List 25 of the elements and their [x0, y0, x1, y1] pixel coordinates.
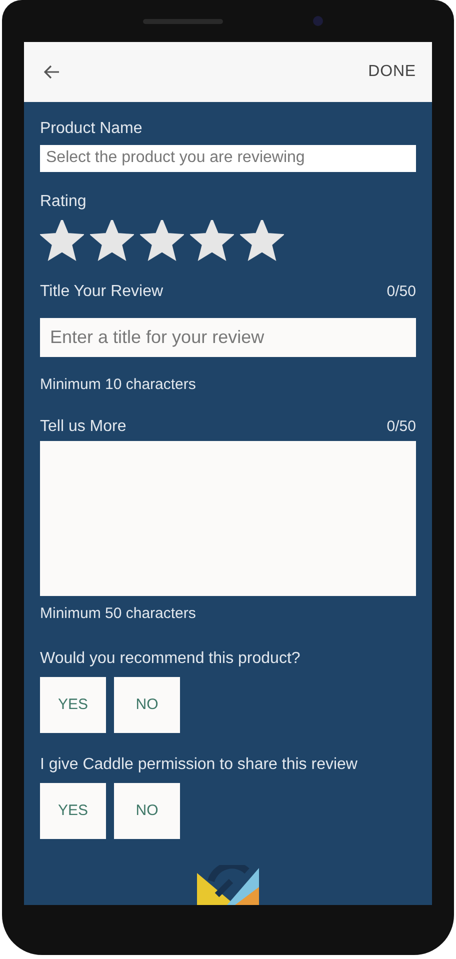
star-icon[interactable] [190, 220, 234, 262]
done-button[interactable]: DONE [368, 60, 416, 84]
star-icon[interactable] [240, 220, 284, 262]
star-icon[interactable] [40, 220, 84, 262]
field-label: Tell us More [40, 416, 126, 437]
hint-text: Minimum 50 characters [40, 604, 196, 623]
star-icon[interactable] [140, 220, 184, 262]
question-label: Would you recommend this product? [40, 648, 300, 669]
choice-button[interactable]: YES [40, 782, 106, 839]
back-arrow-icon [44, 65, 60, 79]
star-icon[interactable] [90, 220, 134, 262]
choice-button[interactable]: YES [40, 676, 106, 733]
field-label: Title Your Review [40, 282, 164, 302]
hint-text: Minimum 10 characters [40, 376, 196, 394]
question-label: I give Caddle permission to share this review [40, 754, 358, 775]
camera-icon [313, 16, 323, 26]
character-counter: 0/50 [386, 416, 416, 437]
choice-button[interactable]: NO [114, 676, 180, 733]
title-field[interactable]: Enter a title for your review [40, 318, 416, 357]
choice-button[interactable]: NO [114, 782, 180, 839]
field-label: Rating [40, 192, 86, 212]
product-field[interactable]: Select the product you are reviewing [40, 145, 416, 172]
logo-icon [197, 864, 259, 905]
character-counter: 0/50 [386, 282, 416, 302]
field-label: Product Name [40, 119, 142, 139]
